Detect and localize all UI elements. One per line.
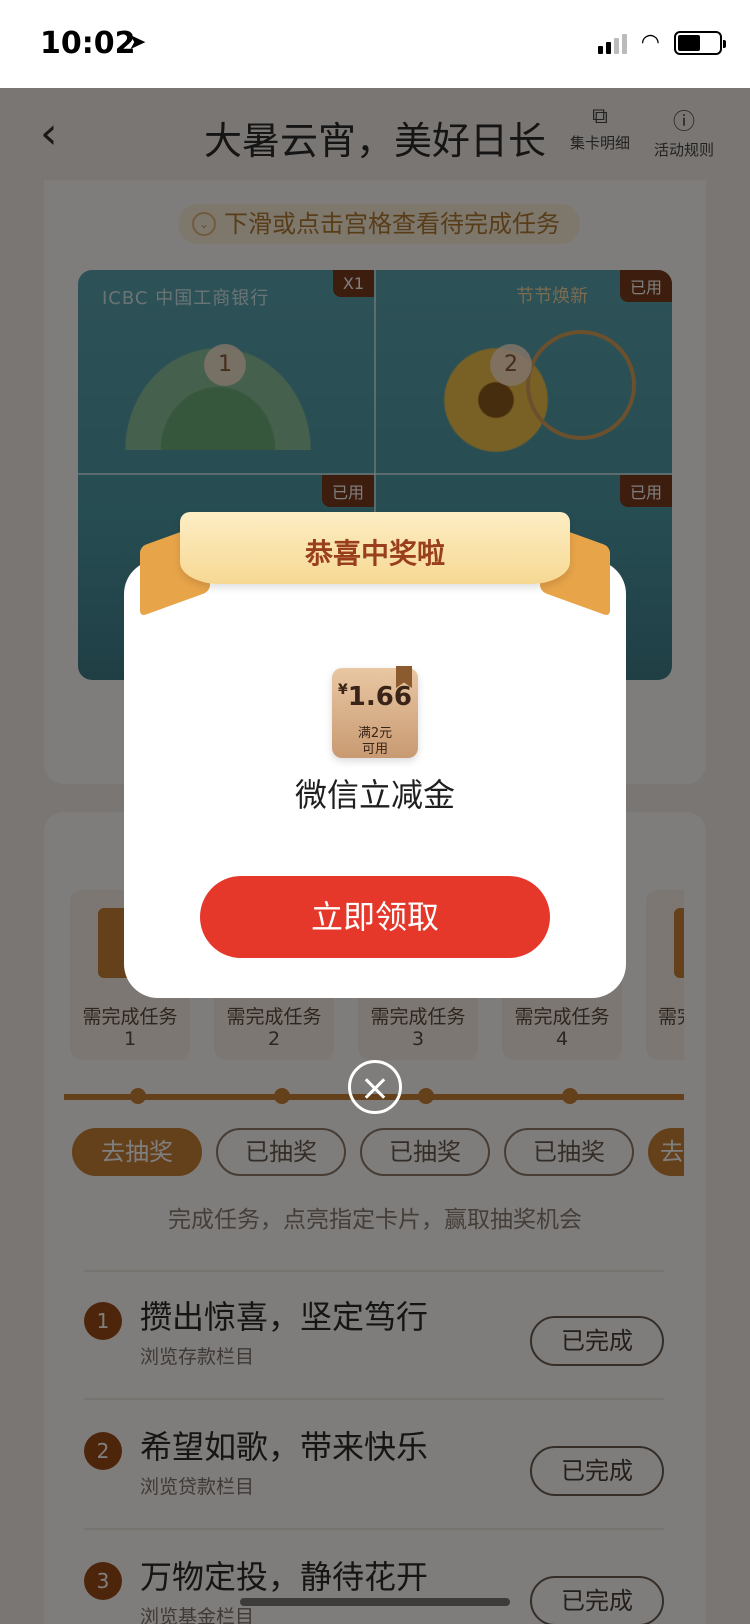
coupon-icon: ¥1.66 满2元 可用 [332,666,418,758]
modal-title: 恭喜中奖啦 [304,537,445,570]
coupon-value: 1.66 [347,682,412,712]
location-arrow-icon: ➤ [128,30,147,55]
coupon-currency: ¥ [338,682,348,698]
coupon-amount: ¥1.66 [332,682,418,712]
coupon-condition: 可用 [361,742,388,757]
battery-icon [674,30,726,55]
status-icons: ◠ [597,30,726,55]
wifi-icon: ◠ [640,30,660,55]
close-icon[interactable] [348,1060,402,1114]
prize-name: 微信立减金 [294,776,455,814]
signal-icon [597,32,627,54]
status-time: 10:02 [40,26,136,61]
home-indicator [240,1598,510,1606]
status-bar: 10:02 ➤ ◠ [0,0,750,88]
claim-button[interactable]: 立即领取 [200,876,550,958]
